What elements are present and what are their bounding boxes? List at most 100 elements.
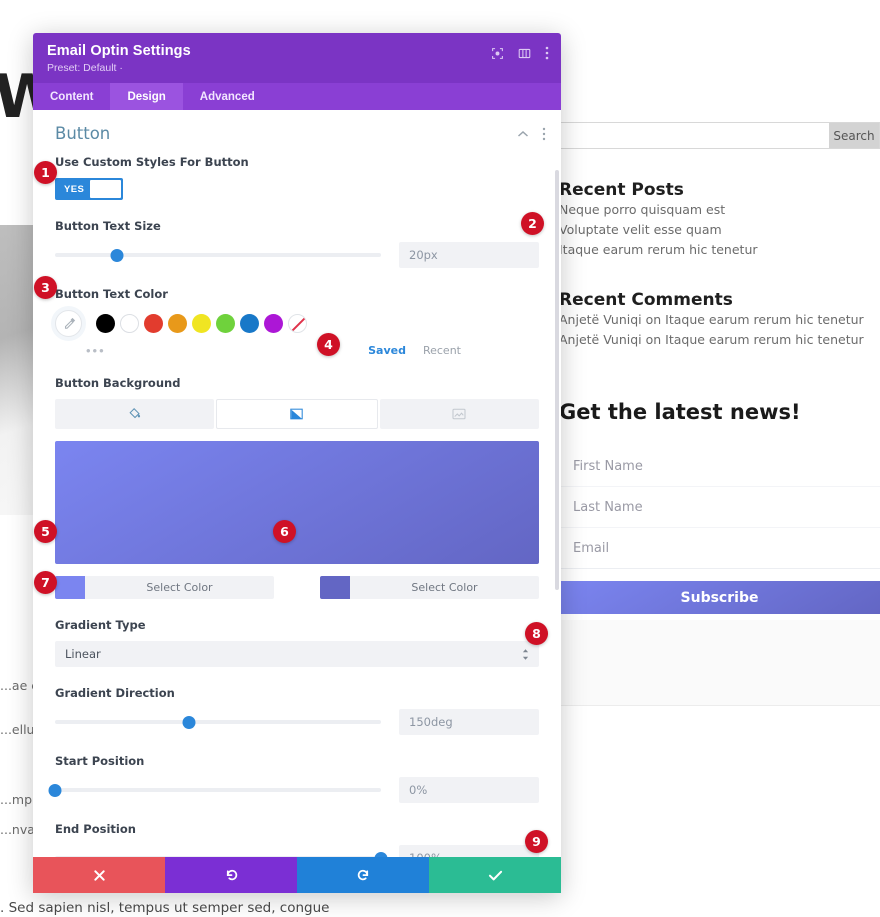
swatch-blue[interactable] [240,314,259,333]
widget-title-recent-posts: Recent Posts [559,180,684,200]
modal-header: Email Optin Settings Preset: Default · [33,33,561,83]
chevron-updown-icon [522,648,529,660]
more-colors-icon[interactable]: ••• [86,344,106,357]
palette-subrow: ••• Saved Recent [55,344,539,357]
tab-advanced[interactable]: Advanced [183,83,272,110]
stop-1-swatch[interactable] [55,576,85,599]
swatch-black[interactable] [96,314,115,333]
modal-footer [33,857,561,893]
end-position-value[interactable]: 100% [399,845,539,857]
field-end-position: End Position 100% [55,822,539,857]
swatch-yellow[interactable] [192,314,211,333]
text-size-value[interactable]: 20px [399,242,539,268]
list-item[interactable]: Anjetë Vuniqi on Itaque earum rerum hic … [559,332,864,347]
tab-content[interactable]: Content [33,83,110,110]
widget-title-recent-comments: Recent Comments [559,290,733,310]
modal-tabs: Content Design Advanced [33,83,561,110]
undo-button[interactable] [165,857,297,893]
field-label: Gradient Direction [55,686,175,700]
bg-tab-color[interactable] [55,399,215,429]
swatch-orange[interactable] [168,314,187,333]
optin-email-field[interactable]: Email [559,528,880,568]
field-label: Button Text Size [55,219,161,233]
gradient-stop-1: Select Color [55,576,274,599]
field-label: Use Custom Styles For Button [55,155,249,169]
list-item[interactable]: Itaque earum rerum hic tenetur [559,242,758,257]
slider-row: 20px [55,242,539,268]
eyedropper-icon[interactable] [55,310,82,337]
gradient-stop-2: Select Color [320,576,539,599]
gradient-color-stops: Select Color Select Color [55,576,539,599]
save-button[interactable] [429,857,561,893]
optin-last-name-field[interactable]: Last Name [559,487,880,527]
color-palette [55,310,539,337]
palette-tab-saved[interactable]: Saved [368,344,406,357]
start-position-slider[interactable] [48,782,381,798]
annotation-badge-1: 1 [34,161,57,184]
field-gradient-direction: Gradient Direction 150deg [55,686,539,735]
gradient-preview [55,441,539,564]
slider-row: 0% [48,777,539,803]
list-item[interactable]: Voluptate velit esse quam [559,222,722,237]
slider-thumb[interactable] [48,783,62,797]
chevron-up-icon[interactable] [517,130,529,138]
swatch-transparent[interactable] [288,314,307,333]
palette-tab-recent[interactable]: Recent [423,344,461,357]
slider-thumb[interactable] [182,715,196,729]
section-title: Button [55,124,111,143]
modal-title: Email Optin Settings [47,43,191,59]
use-custom-styles-toggle[interactable]: YES [55,178,123,200]
toggle-value: YES [64,183,85,195]
slider-thumb[interactable] [110,248,124,262]
slider-row: 150deg [55,709,539,735]
swatch-white[interactable] [120,314,139,333]
field-use-custom-styles: Use Custom Styles For Button YES [55,155,539,200]
preset-label[interactable]: Preset: Default · [47,62,547,74]
bg-tab-gradient[interactable] [216,399,378,429]
stop-2-select-color-button[interactable]: Select Color [350,576,539,599]
swatch-red[interactable] [144,314,163,333]
swatch-purple[interactable] [264,314,283,333]
settings-modal: Email Optin Settings Preset: Default · C… [33,33,561,893]
annotation-badge-7: 7 [34,571,57,594]
tab-design[interactable]: Design [110,83,183,110]
gradient-direction-slider[interactable] [55,714,381,730]
stop-2-swatch[interactable] [320,576,350,599]
start-position-value[interactable]: 0% [399,777,539,803]
subscribe-button[interactable]: Subscribe [559,581,880,614]
search-button[interactable]: Search [829,123,879,148]
end-position-slider[interactable] [55,850,388,857]
modal-body: Button Use Custom Styles For Button YES … [33,110,561,857]
slider-track [55,856,381,857]
field-label: Gradient Type [55,618,146,632]
optin-first-name-field[interactable]: First Name [559,446,880,486]
layout-icon[interactable] [518,47,531,60]
text-size-slider[interactable] [55,247,381,263]
redo-button[interactable] [297,857,429,893]
gradient-type-select[interactable]: Linear [55,641,539,667]
field-button-text-size: Button Text Size 20px [55,219,539,268]
more-vertical-icon[interactable] [545,46,549,60]
annotation-badge-2: 2 [521,212,544,235]
swatch-green[interactable] [216,314,235,333]
annotation-badge-8: 8 [525,622,548,645]
target-icon[interactable] [491,47,504,60]
site-search[interactable]: Search [506,122,880,149]
gradient-type-value: Linear [65,647,101,661]
more-vertical-icon[interactable] [542,127,546,141]
stop-1-select-color-button[interactable]: Select Color [85,576,274,599]
list-item[interactable]: Anjetë Vuniqi on Itaque earum rerum hic … [559,312,864,327]
gradient-direction-value[interactable]: 150deg [399,709,539,735]
body-text-line: . Sed sapien nisl, tempus ut semper sed,… [0,900,330,916]
annotation-badge-4: 4 [317,333,340,356]
bg-tab-image[interactable] [379,399,539,429]
settings-scroll-area: Button Use Custom Styles For Button YES … [33,110,561,857]
modal-header-actions [491,46,549,60]
annotation-badge-6: 6 [273,520,296,543]
slider-thumb[interactable] [374,851,388,857]
cancel-button[interactable] [33,857,165,893]
optin-title: Get the latest news! [559,400,801,424]
optin-form: Get the latest news! First Name Last Nam… [559,400,880,614]
section-header-button: Button [33,110,561,155]
list-item[interactable]: Neque porro quisquam est [559,202,725,217]
